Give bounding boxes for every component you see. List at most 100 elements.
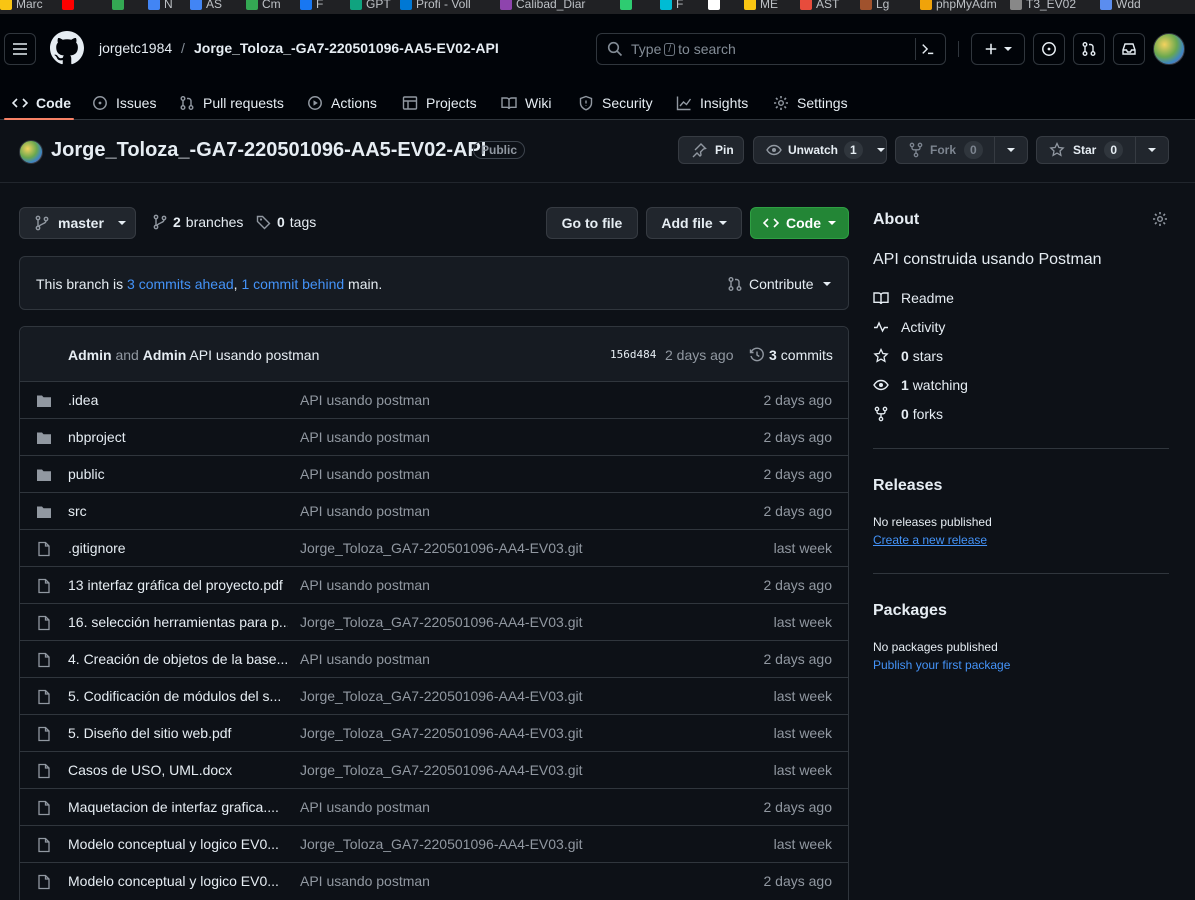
activity-link[interactable]: Activity bbox=[873, 319, 945, 335]
packages-title[interactable]: Packages bbox=[873, 602, 947, 620]
go-to-file-button[interactable]: Go to file bbox=[546, 207, 638, 239]
github-logo[interactable] bbox=[50, 31, 84, 65]
file-name[interactable]: 13 interfaz gráfica del proyecto.pdf bbox=[68, 577, 288, 593]
bookmark-item[interactable]: Marc bbox=[0, 0, 43, 12]
bookmark-item[interactable]: F bbox=[300, 0, 323, 12]
file-commit-message[interactable]: API usando postman bbox=[300, 503, 430, 519]
fork-button[interactable]: Fork 0 bbox=[895, 136, 995, 164]
bookmark-item[interactable]: T3_EV02 bbox=[1010, 0, 1076, 12]
file-name[interactable]: nbproject bbox=[68, 429, 288, 445]
file-commit-message[interactable]: Jorge_Toloza_GA7-220501096-AA4-EV03.git bbox=[300, 725, 583, 741]
branches-link[interactable]: 2 branches bbox=[152, 214, 243, 230]
file-row[interactable]: .gitignore Jorge_Toloza_GA7-220501096-AA4… bbox=[20, 529, 848, 566]
commits-ahead-link[interactable]: 3 commits ahead bbox=[127, 276, 234, 292]
create-new-button[interactable] bbox=[971, 33, 1025, 65]
code-button[interactable]: Code bbox=[750, 207, 849, 239]
file-commit-message[interactable]: Jorge_Toloza_GA7-220501096-AA4-EV03.git bbox=[300, 688, 583, 704]
file-name[interactable]: Modelo conceptual y logico EV0... bbox=[68, 873, 288, 889]
inbox-button[interactable] bbox=[1113, 33, 1145, 65]
commits-history-link[interactable]: 3 commits bbox=[749, 347, 833, 363]
file-commit-message[interactable]: Jorge_Toloza_GA7-220501096-AA4-EV03.git bbox=[300, 540, 583, 556]
file-row[interactable]: 4. Creación de objetos de la base... API … bbox=[20, 640, 848, 677]
file-commit-message[interactable]: API usando postman bbox=[300, 799, 430, 815]
file-commit-message[interactable]: Jorge_Toloza_GA7-220501096-AA4-EV03.git bbox=[300, 762, 583, 778]
unwatch-button[interactable]: Unwatch 1 bbox=[753, 136, 887, 164]
menu-button[interactable] bbox=[4, 33, 36, 65]
repo-title[interactable]: Jorge_Toloza_-GA7-220501096-AA5-EV02-API bbox=[51, 139, 486, 162]
bookmark-item[interactable]: Cm bbox=[246, 0, 281, 12]
commit-behind-link[interactable]: 1 commit behind bbox=[241, 276, 344, 292]
tags-link[interactable]: 0 tags bbox=[256, 214, 316, 230]
commit-author[interactable]: Admin bbox=[68, 347, 112, 363]
file-commit-message[interactable]: Jorge_Toloza_GA7-220501096-AA4-EV03.git bbox=[300, 614, 583, 630]
file-commit-message[interactable]: API usando postman bbox=[300, 873, 430, 889]
owner-link[interactable]: jorgetc1984 bbox=[99, 40, 172, 56]
file-row[interactable]: nbproject API usando postman 2 days ago bbox=[20, 418, 848, 455]
file-commit-message[interactable]: API usando postman bbox=[300, 651, 430, 667]
bookmark-item[interactable]: GPT bbox=[350, 0, 391, 12]
branch-selector[interactable]: master bbox=[19, 207, 136, 239]
tab-pull-requests[interactable]: Pull requests bbox=[179, 86, 284, 120]
file-name[interactable]: Modelo conceptual y logico EV0... bbox=[68, 836, 288, 852]
file-name[interactable]: 16. selección herramientas para p... bbox=[68, 614, 288, 630]
file-row[interactable]: 5. Diseño del sitio web.pdf Jorge_Toloza_… bbox=[20, 714, 848, 751]
bookmark-item[interactable]: Lg bbox=[860, 0, 889, 12]
avatar[interactable] bbox=[1153, 33, 1185, 65]
bookmark-item[interactable] bbox=[62, 0, 78, 12]
search-input[interactable]: Type / to search bbox=[596, 33, 946, 65]
commit-message[interactable]: API usando postman bbox=[189, 347, 319, 363]
publish-package-link[interactable]: Publish your first package bbox=[873, 658, 1010, 672]
contribute-button[interactable]: Contribute bbox=[727, 276, 831, 292]
tab-code[interactable]: Code bbox=[12, 86, 71, 120]
file-commit-message[interactable]: API usando postman bbox=[300, 577, 430, 593]
watching-link[interactable]: 1 watching bbox=[873, 377, 968, 393]
file-name[interactable]: .idea bbox=[68, 392, 288, 408]
bookmark-item[interactable]: N bbox=[148, 0, 173, 12]
readme-link[interactable]: Readme bbox=[873, 290, 954, 306]
bookmark-item[interactable]: AS bbox=[190, 0, 222, 12]
bookmark-item[interactable]: F bbox=[660, 0, 683, 12]
about-settings-button[interactable] bbox=[1152, 211, 1168, 227]
tab-wiki[interactable]: Wiki bbox=[501, 86, 551, 120]
repo-link[interactable]: Jorge_Toloza_-GA7-220501096-AA5-EV02-API bbox=[194, 40, 499, 56]
commit-sha[interactable]: 156d484 bbox=[610, 348, 656, 361]
stars-link[interactable]: 0 stars bbox=[873, 348, 943, 364]
bookmark-item[interactable]: Wdd bbox=[1100, 0, 1141, 12]
tab-settings[interactable]: Settings bbox=[773, 86, 848, 120]
create-release-link[interactable]: Create a new release bbox=[873, 533, 987, 547]
tab-issues[interactable]: Issues bbox=[92, 86, 156, 120]
issues-button[interactable] bbox=[1033, 33, 1065, 65]
file-name[interactable]: public bbox=[68, 466, 288, 482]
bookmark-item[interactable] bbox=[708, 0, 724, 12]
star-button[interactable]: Star 0 bbox=[1036, 136, 1136, 164]
pull-requests-button[interactable] bbox=[1073, 33, 1105, 65]
bookmark-item[interactable] bbox=[620, 0, 636, 12]
file-row[interactable]: 16. selección herramientas para p... Jorg… bbox=[20, 603, 848, 640]
forks-link[interactable]: 0 forks bbox=[873, 406, 943, 422]
file-commit-message[interactable]: API usando postman bbox=[300, 429, 430, 445]
releases-title[interactable]: Releases bbox=[873, 477, 942, 495]
file-commit-message[interactable]: API usando postman bbox=[300, 466, 430, 482]
file-name[interactable]: Casos de USO, UML.docx bbox=[68, 762, 288, 778]
file-row[interactable]: Modelo conceptual y logico EV0... API usa… bbox=[20, 862, 848, 899]
tab-projects[interactable]: Projects bbox=[402, 86, 477, 120]
file-name[interactable]: 4. Creación de objetos de la base... bbox=[68, 651, 288, 667]
add-file-button[interactable]: Add file bbox=[646, 207, 742, 239]
command-palette-button[interactable] bbox=[915, 38, 939, 60]
bookmark-item[interactable]: Calibad_Diar bbox=[500, 0, 585, 12]
owner-avatar[interactable] bbox=[19, 140, 43, 164]
file-name[interactable]: 5. Codificación de módulos del s... bbox=[68, 688, 288, 704]
bookmark-item[interactable]: AST bbox=[800, 0, 839, 12]
file-row[interactable]: public API usando postman 2 days ago bbox=[20, 455, 848, 492]
pin-button[interactable]: Pin bbox=[678, 136, 744, 164]
file-name[interactable]: .gitignore bbox=[68, 540, 288, 556]
file-row[interactable]: Modelo conceptual y logico EV0... Jorge_T… bbox=[20, 825, 848, 862]
tab-actions[interactable]: Actions bbox=[307, 86, 377, 120]
bookmark-item[interactable]: phpMyAdm bbox=[920, 0, 997, 12]
file-row[interactable]: 13 interfaz gráfica del proyecto.pdf API … bbox=[20, 566, 848, 603]
file-row[interactable]: Maquetacion de interfaz grafica.... API u… bbox=[20, 788, 848, 825]
file-commit-message[interactable]: API usando postman bbox=[300, 392, 430, 408]
file-row[interactable]: Casos de USO, UML.docx Jorge_Toloza_GA7-2… bbox=[20, 751, 848, 788]
file-row[interactable]: 5. Codificación de módulos del s... Jorge… bbox=[20, 677, 848, 714]
file-name[interactable]: 5. Diseño del sitio web.pdf bbox=[68, 725, 288, 741]
